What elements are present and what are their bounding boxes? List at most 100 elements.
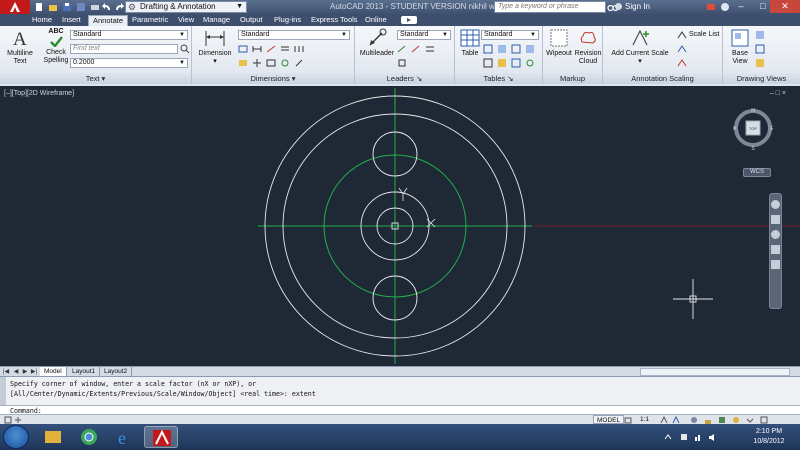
revision-cloud-button[interactable]: Revision Cloud — [573, 28, 603, 66]
link-data-icon[interactable] — [497, 44, 507, 54]
showmotion-icon[interactable] — [771, 260, 780, 269]
dimension-button[interactable]: Dimension ▾ — [196, 28, 234, 66]
chrome-taskbar-icon[interactable] — [72, 426, 106, 448]
save-icon[interactable] — [62, 2, 72, 12]
table-style-select[interactable]: Standard ▼ — [481, 30, 539, 40]
help-search-input[interactable]: Type a keyword or phrase — [494, 1, 606, 13]
dimension-style-select[interactable]: Standard ▼ — [238, 30, 350, 40]
close-button[interactable]: ✕ — [770, 0, 800, 13]
open-folder-icon[interactable] — [48, 2, 58, 12]
add-current-scale-button[interactable]: Add Current Scale ▾ — [607, 28, 673, 66]
dim-update-icon[interactable] — [280, 58, 290, 68]
dim-center-mark-icon[interactable] — [252, 58, 262, 68]
dim-quick-icon[interactable] — [238, 44, 248, 54]
check-spelling-button[interactable]: ABC Check Spelling — [40, 28, 72, 65]
viewcube[interactable]: TOP N S E W — [733, 108, 773, 152]
sign-in-button[interactable]: Sign In — [615, 2, 650, 11]
tab-manage[interactable]: Manage — [199, 14, 234, 26]
markup-panel-title[interactable]: Markup — [543, 73, 602, 84]
internet-explorer-taskbar-icon[interactable]: e — [108, 426, 142, 448]
dim-baseline-icon[interactable] — [280, 44, 290, 54]
undo-icon[interactable] — [102, 2, 112, 12]
scale-list-label[interactable]: Scale List — [689, 31, 719, 38]
text-height-input[interactable]: 0.2000 ▼ — [70, 58, 188, 68]
auto-scale-icon[interactable] — [672, 416, 680, 424]
save-as-icon[interactable] — [76, 2, 86, 12]
find-text-input[interactable]: Find text — [70, 44, 178, 54]
table-export-icon[interactable] — [497, 58, 507, 68]
upload-data-icon[interactable] — [525, 44, 535, 54]
tab-express-tools[interactable]: Express Tools — [307, 14, 362, 26]
start-button[interactable] — [3, 425, 29, 449]
tab-online[interactable]: Online — [361, 14, 391, 26]
tab-output[interactable]: Output — [236, 14, 267, 26]
new-file-icon[interactable] — [34, 2, 44, 12]
network-icon[interactable] — [694, 433, 703, 442]
show-hidden-icons-icon[interactable] — [664, 433, 673, 442]
hardware-acceleration-icon[interactable] — [718, 416, 726, 424]
video-toggle-icon[interactable] — [401, 16, 417, 24]
add-delete-scales-icon[interactable] — [677, 44, 687, 54]
table-button[interactable]: Table — [457, 28, 483, 58]
remove-leader-icon[interactable] — [411, 44, 421, 54]
drawing-views-panel-title[interactable]: Drawing Views — [723, 73, 800, 84]
help-icon[interactable] — [720, 2, 730, 12]
drawing-viewport[interactable]: [–][Top][2D Wireframe] – □ × TOP N S E W… — [0, 86, 800, 366]
steering-wheel-icon[interactable] — [771, 200, 780, 209]
collect-leader-icon[interactable] — [397, 58, 407, 68]
action-center-flag-icon[interactable] — [680, 433, 689, 442]
grid-display-icon[interactable] — [14, 416, 22, 424]
table-cell-icon[interactable] — [483, 58, 493, 68]
dim-oblique-icon[interactable] — [294, 58, 304, 68]
text-style-select[interactable]: Standard ▼ — [70, 30, 188, 40]
annotation-visibility-icon[interactable] — [660, 416, 668, 424]
volume-icon[interactable] — [708, 433, 717, 442]
viewport-controls-label[interactable]: [–][Top][2D Wireframe] — [4, 90, 74, 97]
horizontal-scrollbar[interactable] — [640, 368, 790, 376]
wipeout-button[interactable]: Wipeout — [544, 28, 574, 58]
tables-panel-title[interactable]: Tables ↘ — [455, 73, 542, 84]
redo-icon[interactable] — [114, 2, 124, 12]
tab-home[interactable]: Home — [28, 14, 56, 26]
dim-adjust-icon[interactable] — [294, 44, 304, 54]
application-status-menu-icon[interactable] — [746, 416, 754, 424]
table-link-icon[interactable] — [511, 58, 521, 68]
minimize-button[interactable]: – — [730, 0, 752, 13]
workspace-switching-icon[interactable] — [690, 416, 698, 424]
projected-view-icon[interactable] — [755, 30, 765, 40]
tab-insert[interactable]: Insert — [58, 14, 85, 26]
workspace-select[interactable]: ⚙ Drafting & Annotation ▼ — [125, 1, 247, 13]
multiline-text-button[interactable]: A Multiline Text — [4, 28, 36, 66]
leaders-panel-title[interactable]: Leaders ↘ — [355, 73, 454, 84]
application-menu-button[interactable] — [0, 0, 30, 14]
next-layout-arrow-icon[interactable]: ▶ — [21, 368, 29, 376]
wcs-menu-button[interactable]: WCS — [743, 168, 771, 177]
dim-break-icon[interactable] — [266, 44, 276, 54]
layout-quick-view-icon[interactable] — [624, 416, 632, 424]
explorer-taskbar-icon[interactable] — [36, 426, 70, 448]
annotation-scaling-panel-title[interactable]: Annotation Scaling — [603, 73, 722, 84]
extract-data-icon[interactable] — [483, 44, 493, 54]
tab-parametric[interactable]: Parametric — [128, 14, 172, 26]
text-panel-title[interactable]: Text ▾ — [0, 73, 191, 84]
sync-scale-icon[interactable] — [677, 58, 687, 68]
dim-inspect-icon[interactable] — [266, 58, 276, 68]
clean-screen-icon[interactable] — [760, 416, 768, 424]
last-layout-arrow-icon[interactable]: ▶| — [30, 368, 38, 376]
dimensions-panel-title[interactable]: Dimensions ▾ — [192, 73, 354, 84]
tab-plug-ins[interactable]: Plug-ins — [270, 14, 305, 26]
dim-continue-icon[interactable] — [252, 44, 262, 54]
isolate-objects-icon[interactable] — [732, 416, 740, 424]
plot-icon[interactable] — [90, 2, 100, 12]
first-layout-arrow-icon[interactable]: |◀ — [2, 368, 10, 376]
table-refresh-icon[interactable] — [525, 58, 535, 68]
system-clock[interactable]: 2:10 PM 10/8/2012 — [746, 427, 792, 447]
scale-list-icon[interactable] — [677, 30, 687, 40]
base-view-button[interactable]: Base View — [726, 28, 754, 66]
model-space-toggle[interactable]: MODEL — [593, 415, 625, 424]
download-data-icon[interactable] — [511, 44, 521, 54]
previous-layout-arrow-icon[interactable]: ◀ — [12, 368, 20, 376]
align-leader-icon[interactable] — [425, 44, 435, 54]
pan-icon[interactable] — [771, 215, 780, 224]
multileader-style-select[interactable]: Standard ▼ — [397, 30, 451, 40]
